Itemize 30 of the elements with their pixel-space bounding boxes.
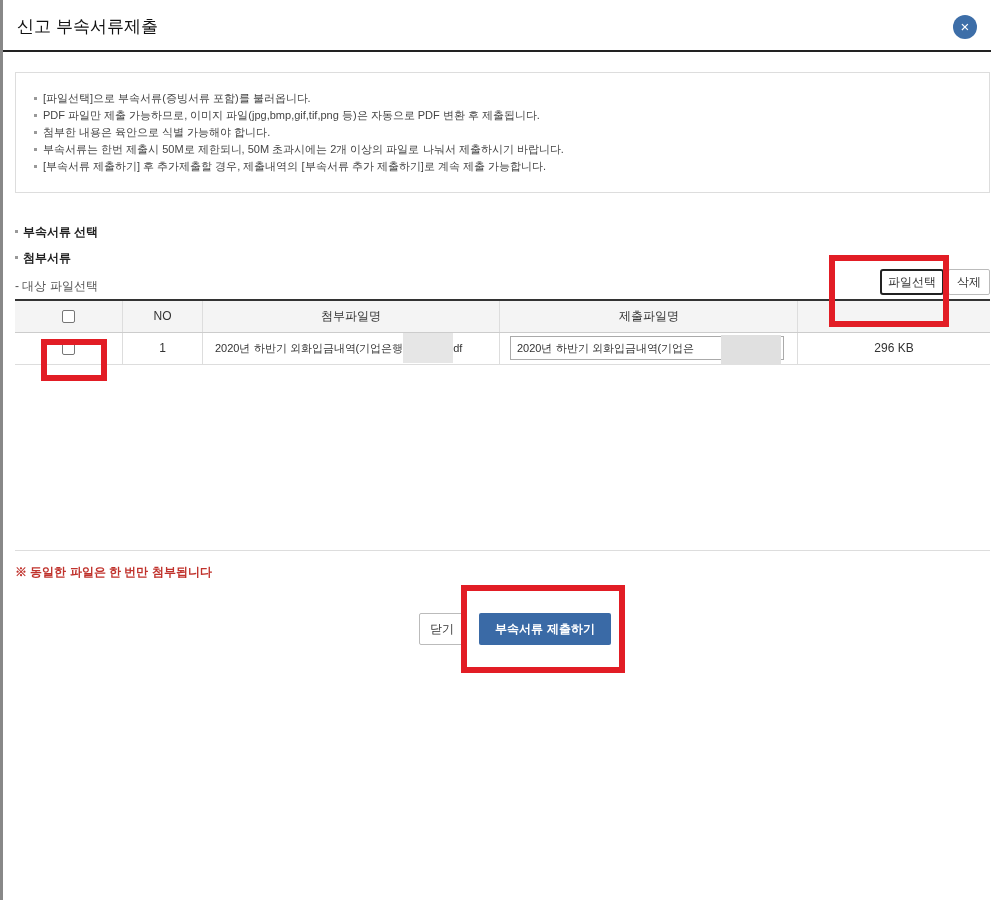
dialog-title: 신고 부속서류제출: [17, 16, 158, 38]
table-cell-text: 2020년 하반기 외화입금내역(기업은행: [215, 340, 404, 356]
warning-text: ※ 동일한 파일은 한 번만 첨부됩니다: [15, 564, 212, 579]
table-cell: 1: [123, 332, 203, 364]
notice-text: 부속서류는 한번 제출시 50M로 제한되니, 50M 초과시에는 2개 이상의 파일로 나눠서 제출하시기 바랍니다.: [43, 141, 564, 157]
section-heading: 부속서류 선택: [23, 223, 99, 241]
header-cell: 제출파일명: [500, 300, 798, 332]
submit-button[interactable]: 부속서류 제출하기: [479, 612, 611, 645]
bullet-icon: [15, 256, 18, 259]
table-cell-text: df: [453, 340, 463, 356]
bullet-icon: [34, 96, 37, 100]
notice-text: 첨부한 내용은 육안으로 식별 가능해야 합니다.: [43, 124, 271, 140]
delete-button[interactable]: 삭제: [948, 268, 990, 295]
notice-text: [파일선택]으로 부속서류(증빙서류 포함)를 불러옵니다.: [43, 90, 311, 106]
bullet-icon: [34, 164, 37, 168]
select-all-checkbox[interactable]: [62, 309, 75, 323]
header-cell: NO: [123, 300, 203, 332]
highlight-frame: [41, 339, 107, 381]
file-select-button[interactable]: 파일선택: [880, 268, 944, 295]
notice-text: PDF 파일만 제출 가능하므로, 이미지 파일(jpg,bmp,gif,tif,png 등)은 자동으로 PDF 변환 후 제출됩니다.: [43, 107, 540, 123]
notice-text: [부속서류 제출하기] 후 추가제출할 경우, 제출내역의 [부속서류 추가 제출하기]로 계속 제출 가능합니다.: [43, 158, 546, 174]
section-heading: 첨부서류: [23, 249, 71, 267]
table-cell-text: 296 KB: [873, 340, 915, 357]
bullet-icon: [15, 230, 18, 233]
close-button[interactable]: ×: [953, 14, 977, 39]
subsection-label: - 대상 파일선택: [15, 277, 98, 295]
bullet-icon: [34, 130, 37, 134]
bullet-icon: [34, 113, 37, 117]
bullet-icon: [34, 147, 37, 151]
header-cell: 첨부파일명: [203, 300, 500, 332]
